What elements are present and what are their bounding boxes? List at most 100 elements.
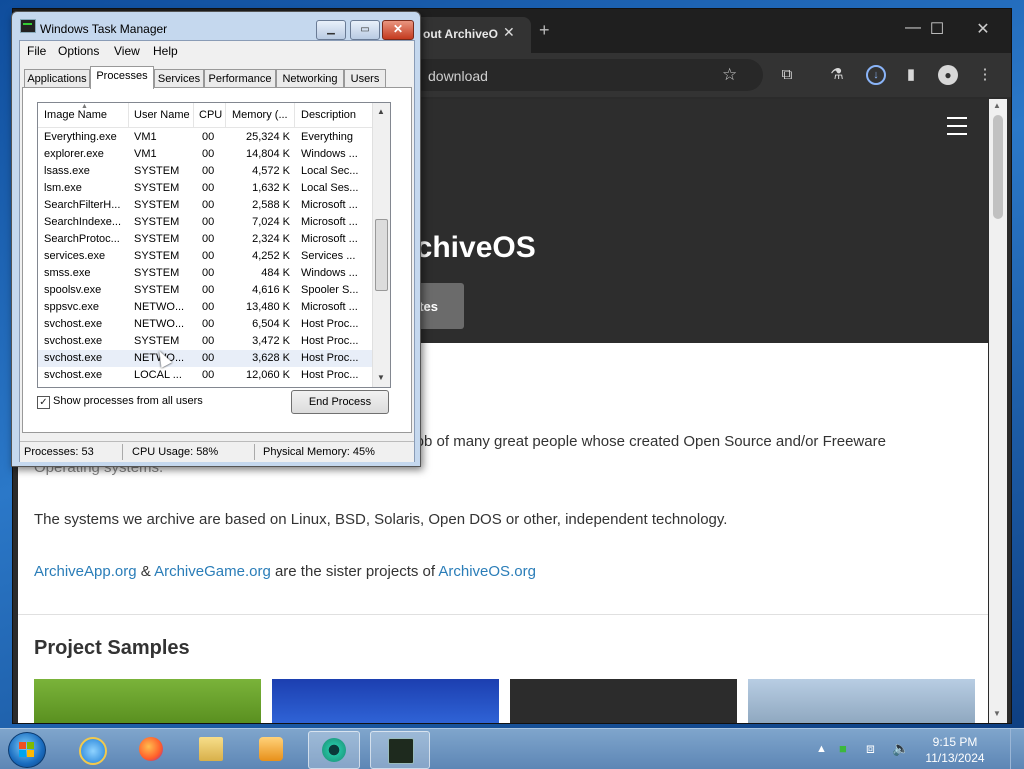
process-memory: 12,060 K bbox=[245, 369, 290, 381]
process-list-scrollbar[interactable]: ▲ ▼ bbox=[372, 103, 390, 387]
tab-processes[interactable]: Processes bbox=[90, 66, 154, 89]
labs-flask-icon[interactable]: ⚗ bbox=[827, 65, 847, 85]
process-row[interactable]: lsass.exe SYSTEM 00 4,572 K Local Sec... bbox=[38, 163, 372, 180]
list-scroll-down-icon[interactable]: ▼ bbox=[377, 373, 385, 382]
tab-close-icon[interactable]: ✕ bbox=[503, 24, 515, 41]
tab-applications[interactable]: Applications bbox=[24, 69, 90, 88]
address-bar[interactable]: download ☆ bbox=[408, 59, 763, 91]
show-desktop-button[interactable] bbox=[1010, 729, 1024, 769]
taskbar-browser[interactable] bbox=[308, 731, 360, 769]
col-image-name[interactable]: Image Name bbox=[44, 109, 107, 121]
browser-close-button[interactable]: ✕ bbox=[963, 19, 1003, 39]
list-scroll-up-icon[interactable]: ▲ bbox=[377, 107, 385, 116]
process-row[interactable]: svchost.exe NETWO... 00 3,628 K Host Proc... bbox=[38, 350, 372, 367]
tab-users[interactable]: Users bbox=[344, 69, 386, 88]
process-cpu: 00 bbox=[202, 369, 215, 381]
end-process-button[interactable]: End Process bbox=[291, 390, 389, 414]
process-list[interactable]: ▲ Image Name User Name CPU Memory (... D… bbox=[37, 102, 391, 388]
process-row[interactable]: spoolsv.exe SYSTEM 00 4,616 K Spooler S... bbox=[38, 282, 372, 299]
process-row[interactable]: explorer.exe VM1 00 14,804 K Windows ... bbox=[38, 146, 372, 163]
scroll-up-arrow-icon[interactable]: ▲ bbox=[993, 101, 1001, 110]
menu-help[interactable]: Help bbox=[153, 44, 178, 58]
browser-menu-icon[interactable]: ⋮ bbox=[975, 65, 995, 85]
extensions-icon[interactable]: ⧉ bbox=[777, 65, 797, 85]
process-row[interactable]: sppsvc.exe NETWO... 00 13,480 K Microsoft ..… bbox=[38, 299, 372, 316]
sample-thumbnail-1[interactable] bbox=[34, 679, 261, 723]
process-list-scrollbar-thumb[interactable] bbox=[375, 219, 388, 291]
tm-close-button[interactable]: ✕ bbox=[382, 20, 414, 40]
archivegame-link[interactable]: ArchiveGame.org bbox=[154, 563, 271, 580]
col-divider[interactable] bbox=[225, 103, 226, 127]
new-tab-button[interactable]: + bbox=[539, 20, 550, 41]
process-row[interactable]: svchost.exe LOCAL ... 00 12,060 K Host Proc.… bbox=[38, 367, 372, 384]
start-button[interactable] bbox=[8, 732, 46, 768]
scroll-down-arrow-icon[interactable]: ▼ bbox=[993, 709, 1001, 718]
taskbar-task-manager[interactable] bbox=[370, 731, 430, 769]
page-scrollbar-thumb[interactable] bbox=[993, 115, 1003, 219]
tm-maximize-button[interactable]: ▭ bbox=[350, 20, 380, 40]
systems-paragraph: The systems we archive are based on Linu… bbox=[34, 511, 728, 528]
process-row[interactable]: svchost.exe SYSTEM 00 3,472 K Host Proc... bbox=[38, 333, 372, 350]
process-cpu: 00 bbox=[202, 284, 215, 296]
sample-thumbnail-3[interactable] bbox=[510, 679, 737, 723]
volume-muted-icon[interactable]: 🔈 bbox=[892, 740, 909, 757]
tab-networking[interactable]: Networking bbox=[276, 69, 344, 88]
sample-thumbnail-4[interactable] bbox=[748, 679, 975, 723]
process-user-name: SYSTEM bbox=[134, 267, 180, 279]
process-memory: 4,572 K bbox=[252, 165, 290, 177]
page-scrollbar[interactable]: ▲ ▼ bbox=[989, 99, 1007, 723]
show-hidden-icons-icon[interactable]: ▲ bbox=[816, 743, 827, 755]
process-cpu: 00 bbox=[202, 233, 215, 245]
task-manager-titlebar[interactable]: Windows Task Manager ▁ ▭ ✕ bbox=[12, 12, 420, 40]
browser-tab[interactable]: out ArchiveO ✕ bbox=[403, 17, 531, 53]
menu-options[interactable]: Options bbox=[58, 44, 99, 58]
col-divider[interactable] bbox=[294, 103, 295, 127]
tray-app-icon[interactable]: ■ bbox=[839, 741, 847, 756]
profile-avatar-icon[interactable]: ● bbox=[938, 65, 958, 85]
taskbar-firefox[interactable] bbox=[126, 731, 176, 767]
process-description: Everything bbox=[301, 131, 353, 143]
process-user-name: LOCAL ... bbox=[134, 369, 182, 381]
process-row[interactable]: SearchIndexe... SYSTEM 00 7,024 K Microsoft … bbox=[38, 214, 372, 231]
hamburger-menu-icon[interactable] bbox=[947, 117, 967, 141]
process-row[interactable]: services.exe SYSTEM 00 4,252 K Services ... bbox=[38, 248, 372, 265]
col-description[interactable]: Description bbox=[301, 109, 356, 121]
menu-view[interactable]: View bbox=[114, 44, 140, 58]
process-description: Host Proc... bbox=[301, 352, 359, 364]
system-clock[interactable]: 9:15 PM 11/13/2024 bbox=[922, 734, 988, 766]
menu-file[interactable]: File bbox=[27, 44, 46, 58]
process-cpu: 00 bbox=[202, 352, 215, 364]
show-all-users-checkbox[interactable]: ✓ bbox=[37, 396, 50, 409]
process-row[interactable]: SearchProtoc... SYSTEM 00 2,324 K Microsoft … bbox=[38, 231, 372, 248]
col-memory[interactable]: Memory (... bbox=[232, 109, 288, 121]
process-memory: 13,480 K bbox=[245, 301, 290, 313]
tab-services[interactable]: Services bbox=[154, 69, 204, 88]
page-title: rchiveOS bbox=[404, 231, 536, 264]
process-row[interactable]: SearchFilterH... SYSTEM 00 2,588 K Microsoft… bbox=[38, 197, 372, 214]
browser-maximize-button[interactable]: ☐ bbox=[917, 19, 957, 39]
taskbar-internet-explorer[interactable] bbox=[66, 731, 116, 767]
process-user-name: SYSTEM bbox=[134, 165, 180, 177]
archiveos-link[interactable]: ArchiveOS.org bbox=[438, 563, 536, 580]
col-divider[interactable] bbox=[128, 103, 129, 127]
col-divider[interactable] bbox=[193, 103, 194, 127]
download-icon[interactable]: ↓ bbox=[866, 65, 886, 85]
process-row[interactable]: lsm.exe SYSTEM 00 1,632 K Local Ses... bbox=[38, 180, 372, 197]
process-row[interactable]: Everything.exe VM1 00 25,324 K Everything bbox=[38, 129, 372, 146]
taskbar-media-player[interactable] bbox=[246, 731, 296, 767]
tm-minimize-button[interactable]: ▁ bbox=[316, 20, 346, 40]
archiveapp-link[interactable]: ArchiveApp.org bbox=[34, 563, 137, 580]
side-panel-icon[interactable]: ▮ bbox=[901, 65, 921, 85]
tm-menubar: File Options View Help bbox=[20, 41, 414, 61]
col-user-name[interactable]: User Name bbox=[134, 109, 190, 121]
process-row[interactable]: smss.exe SYSTEM 00 484 K Windows ... bbox=[38, 265, 372, 282]
network-icon[interactable]: ⧈ bbox=[866, 740, 875, 757]
sample-thumbnail-2[interactable] bbox=[272, 679, 499, 723]
taskbar-file-explorer[interactable] bbox=[186, 731, 236, 767]
tab-performance[interactable]: Performance bbox=[204, 69, 276, 88]
process-user-name: VM1 bbox=[134, 131, 157, 143]
process-description: Spooler S... bbox=[301, 284, 359, 296]
bookmark-star-icon[interactable]: ☆ bbox=[722, 65, 737, 85]
col-cpu[interactable]: CPU bbox=[199, 109, 222, 121]
process-row[interactable]: svchost.exe NETWO... 00 6,504 K Host Proc... bbox=[38, 316, 372, 333]
